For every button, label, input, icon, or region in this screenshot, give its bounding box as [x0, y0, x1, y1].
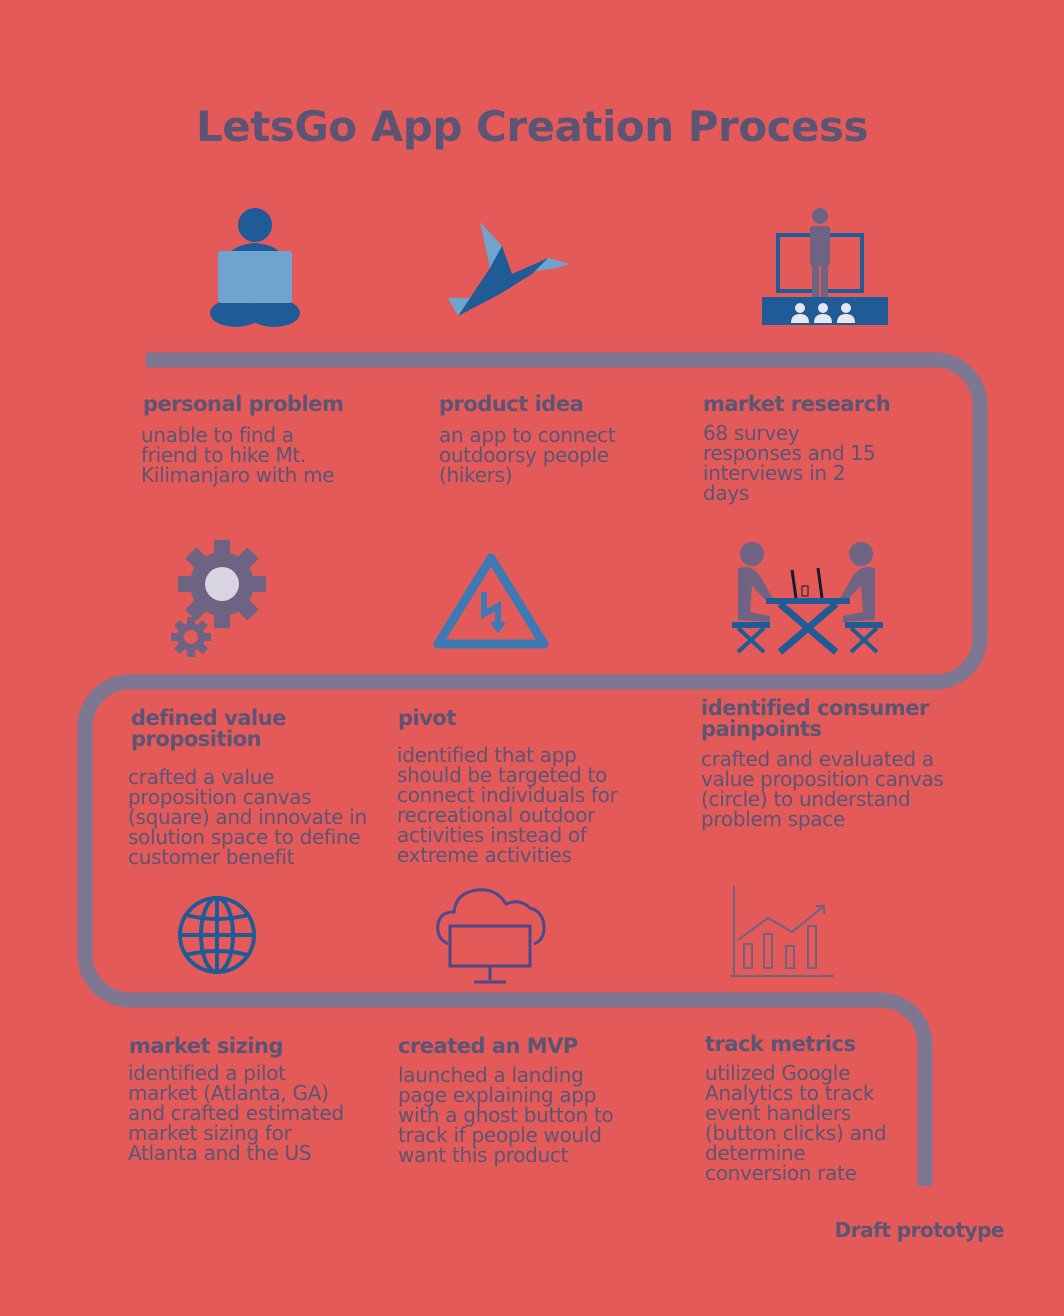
step-description: crafted and evaluated a value propositio… — [701, 747, 944, 831]
step-description: launched a landing page explaining app w… — [398, 1063, 614, 1167]
step-title: market research — [703, 392, 891, 416]
step-description: crafted a value proposition canvas (squa… — [128, 765, 367, 869]
presenter-audience-icon — [762, 208, 888, 325]
footer-label: Draft prototype — [834, 1218, 1005, 1242]
step-title: personal problem — [143, 392, 344, 416]
step-title: created an MVP — [398, 1034, 578, 1058]
step-title: market sizing — [129, 1034, 284, 1058]
step-title: product idea — [439, 392, 584, 416]
step-title: track metrics — [705, 1032, 856, 1056]
cloud-monitor-icon — [436, 888, 546, 984]
person-laptop-icon — [210, 208, 300, 327]
step-description: utilized Google Analytics to track event… — [705, 1061, 887, 1185]
origami-bird-icon — [448, 222, 570, 316]
step-description: 68 survey responses and 15 interviews in… — [703, 421, 876, 505]
step-description: identified that app should be targeted t… — [397, 743, 618, 867]
gears-icon — [171, 540, 266, 657]
step-title: defined value proposition — [131, 706, 286, 751]
step-description: identified a pilot market (Atlanta, GA) … — [128, 1061, 344, 1165]
globe-icon — [178, 896, 256, 974]
bar-chart-icon — [730, 886, 834, 977]
step-description: unable to find a friend to hike Mt. Kili… — [141, 423, 335, 487]
step-title: pivot — [398, 706, 456, 730]
interview-table-icon — [732, 542, 883, 655]
step-title: identified consumer painpoints — [701, 696, 929, 741]
step-description: an app to connect outdoorsy people (hike… — [439, 423, 616, 487]
warning-triangle-icon — [433, 553, 549, 649]
